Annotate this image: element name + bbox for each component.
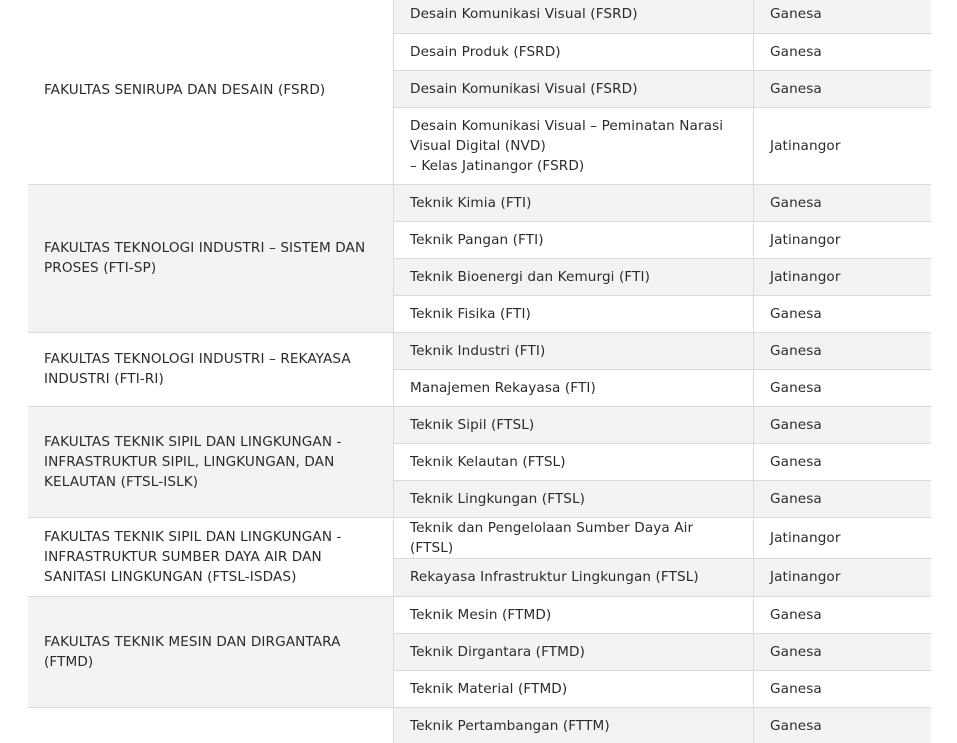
- faculty-cell: FAKULTAS TEKNIK MESIN DAN DIRGANTARA (FT…: [28, 596, 394, 708]
- program-cell: Teknik Bioenergi dan Kemurgi (FTI): [393, 258, 754, 296]
- program-cell: Teknik Pangan (FTI): [393, 221, 754, 259]
- program-line: Visual Digital (NVD): [410, 137, 546, 154]
- faculty-cell: FAKULTAS SENIRUPA DAN DESAIN (FSRD): [28, 0, 394, 185]
- program-cell: Teknik Dirgantara (FTMD): [393, 633, 754, 671]
- program-cell: Teknik Sipil (FTSL): [393, 406, 754, 444]
- table-row: FAKULTAS TEKNIK SIPIL DAN LINGKUNGAN - I…: [28, 406, 931, 518]
- page-viewport: FAKULTAS SENIRUPA DAN DESAIN (FSRD) Desa…: [0, 0, 957, 743]
- program-cell: Teknik Kelautan (FTSL): [393, 443, 754, 481]
- program-cell: Manajemen Rekayasa (FTI): [393, 369, 754, 407]
- table-row: FAKULTAS TEKNIK MESIN DAN DIRGANTARA (FT…: [28, 596, 931, 708]
- campus-cell: Jatinangor: [753, 517, 931, 559]
- program-cell: Teknik Kimia (FTI): [393, 184, 754, 222]
- faculty-cell: FAKULTAS TEKNIK SIPIL DAN LINGKUNGAN - I…: [28, 517, 394, 597]
- campus-cell: Ganesa: [753, 406, 931, 444]
- campus-cell: Ganesa: [753, 443, 931, 481]
- program-cell: Teknik Fisika (FTI): [393, 295, 754, 333]
- campus-cell: Ganesa: [753, 369, 931, 407]
- program-cell: Rekayasa Infrastruktur Lingkungan (FTSL): [393, 558, 754, 597]
- faculty-cell: [28, 707, 394, 743]
- campus-cell: Ganesa: [753, 670, 931, 708]
- program-cell: Teknik Industri (FTI): [393, 332, 754, 370]
- faculty-cell: FAKULTAS TEKNIK SIPIL DAN LINGKUNGAN - I…: [28, 406, 394, 518]
- campus-cell: Ganesa: [753, 0, 931, 34]
- program-cell: Desain Komunikasi Visual – Peminatan Nar…: [393, 107, 754, 185]
- campus-cell: Ganesa: [753, 480, 931, 518]
- table-row: FAKULTAS TEKNIK SIPIL DAN LINGKUNGAN - I…: [28, 517, 931, 597]
- campus-cell: Ganesa: [753, 707, 931, 743]
- campus-cell: Jatinangor: [753, 107, 931, 185]
- campus-cell: Ganesa: [753, 332, 931, 370]
- table-row: FAKULTAS TEKNOLOGI INDUSTRI – REKAYASA I…: [28, 332, 931, 407]
- campus-cell: Ganesa: [753, 33, 931, 71]
- table-row: FAKULTAS TEKNOLOGI INDUSTRI – SISTEM DAN…: [28, 184, 931, 333]
- program-line: – Kelas Jatinangor (FSRD): [410, 157, 585, 174]
- program-cell: Teknik Lingkungan (FTSL): [393, 480, 754, 518]
- campus-cell: Ganesa: [753, 596, 931, 634]
- campus-cell: Jatinangor: [753, 258, 931, 296]
- campus-cell: Ganesa: [753, 70, 931, 108]
- table-row: FAKULTAS SENIRUPA DAN DESAIN (FSRD) Desa…: [28, 0, 931, 185]
- program-line: Desain Komunikasi Visual – Peminatan Nar…: [410, 117, 724, 134]
- program-cell: Desain Produk (FSRD): [393, 33, 754, 71]
- faculty-cell: FAKULTAS TEKNOLOGI INDUSTRI – REKAYASA I…: [28, 332, 394, 407]
- campus-cell: Jatinangor: [753, 221, 931, 259]
- program-cell: Desain Komunikasi Visual (FSRD): [393, 70, 754, 108]
- program-cell: Teknik Mesin (FTMD): [393, 596, 754, 634]
- campus-cell: Ganesa: [753, 184, 931, 222]
- study-program-table: FAKULTAS SENIRUPA DAN DESAIN (FSRD) Desa…: [28, 0, 931, 743]
- campus-cell: Ganesa: [753, 633, 931, 671]
- program-cell: Teknik dan Pengelolaan Sumber Daya Air (…: [393, 517, 754, 559]
- program-cell: Teknik Material (FTMD): [393, 670, 754, 708]
- program-cell: Desain Komunikasi Visual (FSRD): [393, 0, 754, 34]
- program-cell: Teknik Pertambangan (FTTM): [393, 707, 754, 743]
- campus-cell: Ganesa: [753, 295, 931, 333]
- table-row: Teknik Pertambangan (FTTM) Ganesa: [28, 707, 931, 743]
- campus-cell: Jatinangor: [753, 558, 931, 597]
- faculty-cell: FAKULTAS TEKNOLOGI INDUSTRI – SISTEM DAN…: [28, 184, 394, 333]
